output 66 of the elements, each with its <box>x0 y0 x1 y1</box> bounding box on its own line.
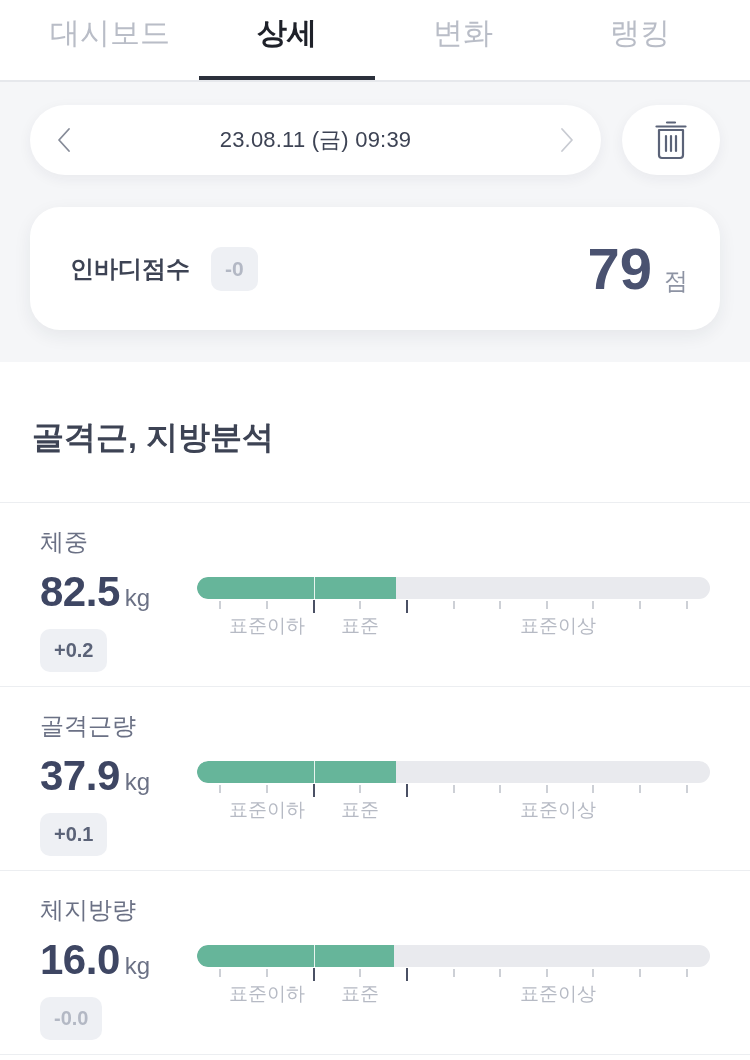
change-badge: -0 <box>211 246 258 291</box>
tick-mark <box>592 785 595 793</box>
tick-mark <box>405 600 408 613</box>
metric-value: 82.5 <box>40 568 120 616</box>
score-label: 인바디점수 <box>70 253 190 284</box>
tick-mark <box>685 601 688 609</box>
tick-mark <box>359 601 362 609</box>
change-badge: -0.0 <box>40 997 103 1040</box>
tick-mark <box>405 968 408 981</box>
tick-mark <box>452 969 455 977</box>
unit-label: kg <box>124 951 151 981</box>
tick-mark <box>359 969 362 977</box>
range-label: 표준 <box>341 614 380 638</box>
tick-mark <box>405 784 408 797</box>
tick-mark <box>312 784 315 797</box>
tick-mark <box>219 785 222 793</box>
tick-mark <box>592 969 595 977</box>
tick-mark <box>499 969 502 977</box>
tab[interactable]: 변화 <box>375 0 552 80</box>
tick-mark <box>312 600 315 613</box>
tick-mark <box>265 785 268 793</box>
tab[interactable]: 대시보드 <box>22 0 199 80</box>
tick-mark <box>545 969 548 977</box>
tick-mark <box>545 785 548 793</box>
range-label: 표준이하 <box>228 798 305 822</box>
score-unit: 점 <box>664 265 688 296</box>
date-text: 23.08.11 (금) 09:39 <box>219 126 412 154</box>
tick-mark <box>639 785 642 793</box>
range-label: 표준이상 <box>520 982 597 1006</box>
change-badge: +0.1 <box>40 813 108 856</box>
change-badge: +0.2 <box>40 629 108 672</box>
range-label: 표준이하 <box>228 982 305 1006</box>
tick-mark <box>499 601 502 609</box>
tick-mark <box>545 601 548 609</box>
range-label: 표준 <box>341 982 380 1006</box>
metric-name: 체지방량 <box>40 895 136 925</box>
chevron-left-icon <box>56 127 72 153</box>
metric-name: 체중 <box>40 527 88 557</box>
tick-mark <box>359 785 362 793</box>
range-label: 표준이상 <box>520 614 597 638</box>
tick-mark <box>685 969 688 977</box>
unit-label: kg <box>124 583 151 613</box>
tick-mark <box>452 785 455 793</box>
chevron-right-icon <box>559 127 575 153</box>
tick-mark <box>452 601 455 609</box>
tick-mark <box>639 601 642 609</box>
tab[interactable]: 랭킹 <box>551 0 728 80</box>
range-label: 표준이하 <box>228 614 305 638</box>
range-label: 표준이상 <box>520 798 597 822</box>
section-title: 골격근, 지방분석 <box>0 362 750 503</box>
score-value: 79 <box>587 239 652 298</box>
metric-value: 37.9 <box>40 752 120 800</box>
unit-label: kg <box>124 767 151 797</box>
metric-name: 골격근량 <box>40 711 136 741</box>
tick-mark <box>265 969 268 977</box>
tick-mark <box>312 968 315 981</box>
metric-value: 16.0 <box>40 936 120 984</box>
tick-mark <box>499 785 502 793</box>
tick-mark <box>265 601 268 609</box>
tick-mark <box>592 601 595 609</box>
tick-mark <box>219 601 222 609</box>
tick-mark <box>639 969 642 977</box>
tick-mark <box>685 785 688 793</box>
trash-icon <box>655 120 687 160</box>
range-label: 표준 <box>341 798 380 822</box>
tick-mark <box>219 969 222 977</box>
